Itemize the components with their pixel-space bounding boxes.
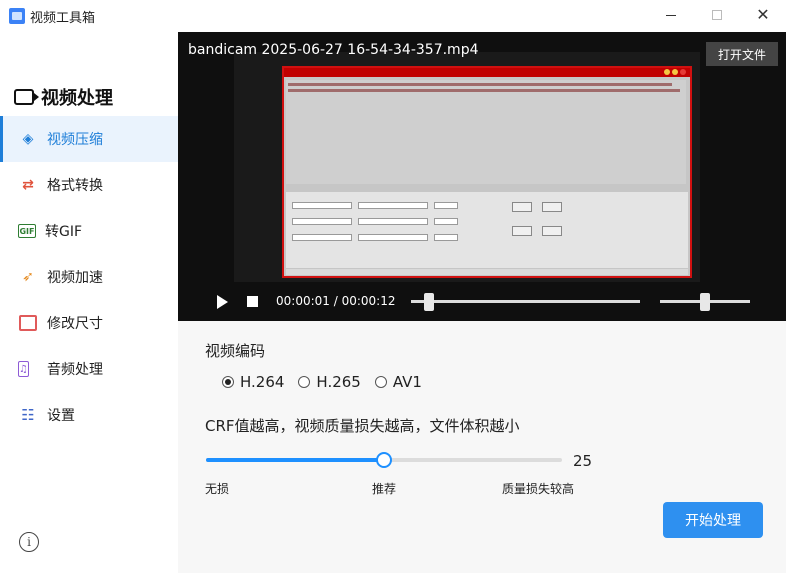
crf-slider-track[interactable] — [206, 452, 562, 468]
player-controls: 00:00:01 / 00:00:12 — [178, 282, 786, 321]
radio-unchecked-icon — [374, 376, 387, 388]
radio-unchecked-icon — [298, 376, 311, 388]
layers-icon: ◈ — [22, 131, 34, 147]
codec-option-av1[interactable]: AV1 — [374, 373, 422, 391]
sidebar-item-audio[interactable]: ♫ 音频处理 — [0, 346, 178, 392]
sidebar-item-label: 视频压缩 — [47, 132, 103, 148]
video-preview-content — [282, 66, 692, 278]
crf-value: 25 — [573, 452, 593, 470]
open-file-button[interactable]: 打开文件 — [706, 42, 778, 66]
sidebar-item-video-speed[interactable]: ➶ 视频加速 — [0, 254, 178, 300]
swap-icon: ⇄ — [22, 177, 34, 193]
video-player[interactable]: bandicam 2025-06-27 16-54-34-357.mp4 打开文… — [178, 32, 786, 321]
sidebar-item-settings[interactable]: ☷ 设置 — [0, 392, 178, 438]
app-logo-icon — [9, 8, 25, 24]
sidebar-item-to-gif[interactable]: GIF 转GIF — [0, 208, 178, 254]
radio-checked-icon — [222, 376, 234, 388]
codec-option-h264[interactable]: H.264 — [222, 373, 284, 391]
minimize-button[interactable] — [648, 0, 694, 30]
sidebar-nav: ◈ 视频压缩 ⇄ 格式转换 GIF 转GIF ➶ 视频加速 修改尺寸 ♫ 音频处… — [0, 116, 178, 438]
codec-option-h265[interactable]: H.265 — [298, 373, 361, 391]
rocket-icon: ➶ — [22, 269, 34, 285]
start-processing-button[interactable]: 开始处理 — [663, 502, 763, 538]
settings-icon: ☷ — [21, 406, 35, 424]
crf-slider-fill — [206, 458, 384, 462]
sidebar: 视频处理 ◈ 视频压缩 ⇄ 格式转换 GIF 转GIF ➶ 视频加速 修改尺寸 … — [0, 32, 178, 573]
video-camera-icon — [14, 89, 39, 105]
main-panel: bandicam 2025-06-27 16-54-34-357.mp4 打开文… — [178, 32, 786, 573]
sidebar-section-title: 视频处理 — [14, 84, 113, 110]
title-bar: 视频工具箱 ✕ — [0, 0, 786, 32]
crf-mid-label: 推荐 — [372, 482, 397, 496]
progress-track[interactable] — [411, 300, 640, 303]
crf-max-label: 质量损失较高 — [502, 482, 575, 496]
video-filename: bandicam 2025-06-27 16-54-34-357.mp4 — [188, 42, 479, 58]
sidebar-item-label: 设置 — [47, 408, 75, 424]
crf-slider-handle[interactable] — [376, 452, 392, 468]
maximize-icon — [712, 10, 722, 20]
sidebar-item-format-convert[interactable]: ⇄ 格式转换 — [0, 162, 178, 208]
sidebar-item-resize[interactable]: 修改尺寸 — [0, 300, 178, 346]
play-icon[interactable] — [217, 295, 228, 309]
video-codec-label: 视频编码 — [205, 342, 266, 360]
crf-description: CRF值越高，视频质量损失越高，文件体积越小 — [205, 417, 520, 435]
time-display: 00:00:01 / 00:00:12 — [276, 294, 396, 308]
sidebar-item-label: 转GIF — [45, 224, 83, 240]
codec-radio-group: H.264 H.265 AV1 — [222, 373, 422, 391]
stop-icon[interactable] — [247, 296, 258, 307]
maximize-button[interactable] — [694, 0, 740, 30]
volume-slider-handle[interactable] — [700, 293, 710, 311]
section-title-label: 视频处理 — [41, 88, 113, 109]
close-button[interactable]: ✕ — [740, 0, 786, 30]
window-title: 视频工具箱 — [30, 11, 96, 26]
sidebar-item-label: 格式转换 — [47, 178, 103, 194]
sidebar-item-label: 视频加速 — [47, 270, 103, 286]
resize-icon — [19, 315, 37, 331]
info-icon[interactable]: i — [19, 532, 39, 552]
sidebar-item-label: 修改尺寸 — [47, 316, 103, 332]
music-icon: ♫ — [18, 361, 29, 377]
sidebar-item-label: 音频处理 — [47, 362, 103, 378]
progress-slider-handle[interactable] — [424, 293, 435, 311]
crf-min-label: 无损 — [205, 482, 230, 496]
sidebar-item-video-compress[interactable]: ◈ 视频压缩 — [0, 116, 178, 162]
close-icon: ✕ — [756, 5, 770, 24]
gif-icon: GIF — [18, 224, 36, 238]
minimize-icon — [666, 14, 676, 16]
